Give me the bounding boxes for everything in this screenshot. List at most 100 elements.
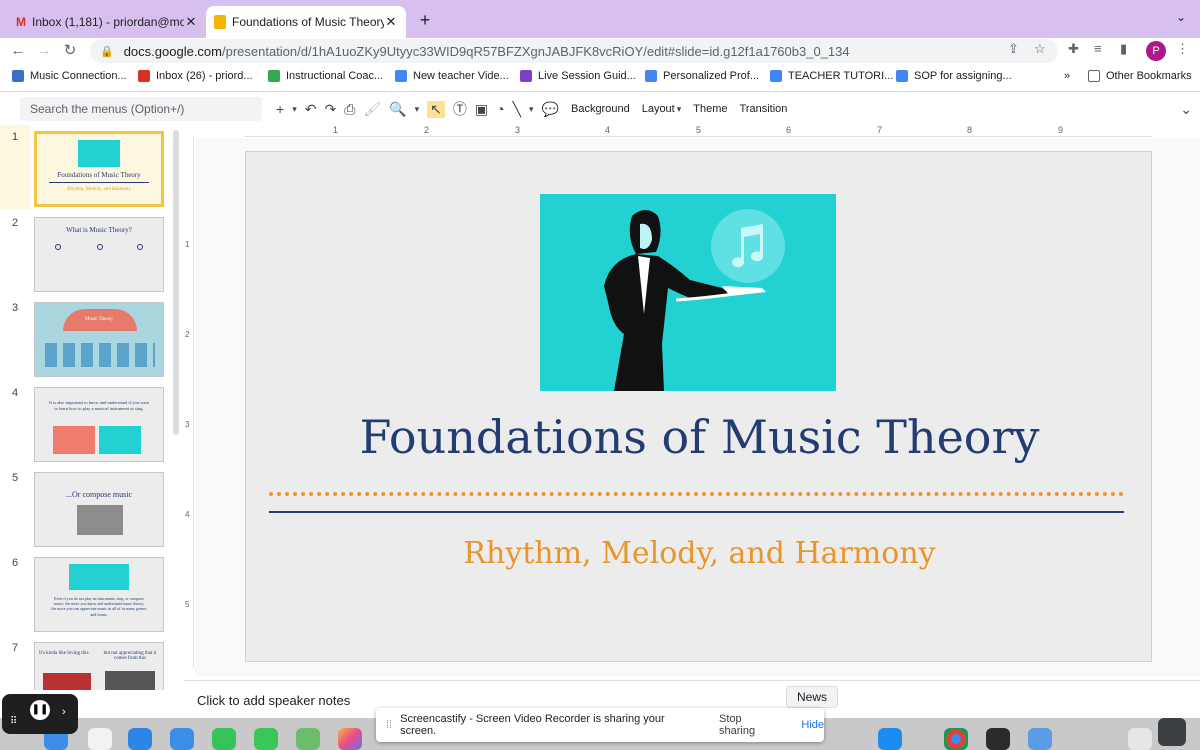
- messages-icon[interactable]: [254, 728, 278, 750]
- teacher-illustration-image[interactable]: [540, 194, 836, 391]
- address-bar[interactable]: 🔒 docs.google.com/presentation/d/1hA1uoZ…: [90, 39, 1058, 63]
- forward-arrow-icon[interactable]: →: [34, 41, 54, 61]
- screen-sharing-bar: ⁞⁞ Screencastify - Screen Video Recorder…: [376, 708, 824, 742]
- ruler-mark: 7: [877, 125, 883, 135]
- slide-thumbnail-3[interactable]: Music Theory: [34, 302, 164, 377]
- reload-icon[interactable]: ↻: [60, 41, 80, 61]
- bookmark-item[interactable]: Live Session Guid...: [520, 70, 636, 82]
- maps-icon[interactable]: [296, 728, 320, 750]
- extensions-puzzle-icon[interactable]: ✚: [1068, 41, 1079, 57]
- background-button[interactable]: Background: [571, 103, 630, 115]
- more-menu-icon[interactable]: ⋮: [1176, 41, 1189, 57]
- zoom-icon[interactable]: 🔍: [389, 101, 406, 118]
- ruler-mark: 5: [185, 600, 190, 609]
- chrome-icon[interactable]: [944, 728, 968, 750]
- bookmark-item[interactable]: TEACHER TUTORI...: [770, 70, 893, 82]
- theme-button[interactable]: Theme: [693, 103, 727, 115]
- slide-number: 7: [12, 642, 19, 654]
- collapse-toolbar-icon[interactable]: ⌄: [1180, 101, 1192, 118]
- bookmark-item[interactable]: Music Connection...: [12, 70, 127, 82]
- new-slide-icon[interactable]: +: [276, 101, 284, 117]
- tab-search-icon[interactable]: ⌄: [1172, 10, 1190, 28]
- bookmarks-overflow-button[interactable]: »: [1064, 70, 1070, 82]
- print-icon[interactable]: ⎙: [344, 101, 355, 118]
- close-tab-icon[interactable]: ✕: [384, 14, 398, 30]
- recording-controls: ❚❚ › ⠿: [2, 694, 78, 734]
- ruler-mark: 2: [185, 330, 190, 339]
- chevron-down-icon[interactable]: ▾: [415, 104, 420, 115]
- shape-icon[interactable]: ◔: [496, 101, 504, 117]
- slide-thumbnail-7[interactable]: It's kinda like loving this but not appr…: [34, 642, 164, 690]
- docs-icon: [896, 70, 908, 82]
- pause-recording-icon[interactable]: ❚❚: [30, 700, 50, 720]
- docs-icon: [770, 70, 782, 82]
- launchpad-icon[interactable]: [88, 728, 112, 750]
- comment-icon[interactable]: 💬: [542, 101, 559, 118]
- bookmark-item[interactable]: New teacher Vide...: [395, 70, 509, 82]
- new-tab-button[interactable]: +: [414, 9, 436, 31]
- photos-icon[interactable]: [338, 728, 362, 750]
- teacher-silhouette-icon: [604, 209, 785, 391]
- lock-icon: 🔒: [100, 45, 114, 58]
- expand-arrow-icon[interactable]: ›: [62, 706, 66, 718]
- thumbnail-title: Music Theory: [84, 317, 114, 322]
- redo-icon[interactable]: ↷: [324, 101, 336, 118]
- screencastify-icon[interactable]: [1028, 728, 1052, 750]
- transition-button[interactable]: Transition: [740, 103, 788, 115]
- side-panel-icon[interactable]: ▮: [1120, 41, 1127, 57]
- bookmark-star-icon[interactable]: ☆: [1034, 41, 1046, 57]
- menu-search-input[interactable]: Search the menus (Option+/): [20, 97, 262, 121]
- ruler-mark: 5: [696, 125, 702, 135]
- layout-button[interactable]: Layout: [642, 103, 675, 115]
- slide-thumbnail-2[interactable]: What is Music Theory?: [34, 217, 164, 292]
- slide-thumbnail-5[interactable]: ...Or compose music: [34, 472, 164, 547]
- trash-icon[interactable]: [1128, 728, 1152, 750]
- drag-handle-icon[interactable]: ⠿: [10, 716, 17, 727]
- bookmark-item[interactable]: Instructional Coac...: [268, 70, 383, 82]
- undo-icon[interactable]: ↶: [305, 101, 317, 118]
- safari-icon[interactable]: [128, 728, 152, 750]
- slide-thumbnail-1[interactable]: Foundations of Music Theory Rhythm, Melo…: [34, 131, 164, 207]
- tab-gmail-inbox[interactable]: M Inbox (1,181) - priordan@moun ✕: [8, 6, 206, 38]
- circle-shape: [97, 244, 103, 250]
- filmstrip-scrollbar[interactable]: [173, 130, 179, 435]
- thumbnail-rule: [49, 182, 149, 183]
- bookmarks-bar: Music Connection... Inbox (26) - priord.…: [0, 64, 1200, 92]
- select-cursor-icon[interactable]: ↖: [427, 100, 445, 118]
- image-icon[interactable]: ▣: [475, 101, 488, 118]
- drag-handle-icon[interactable]: ⁞⁞: [386, 719, 392, 731]
- docs-icon: [395, 70, 407, 82]
- slide-thumbnail-6[interactable]: Even if you do not play an instrument, s…: [34, 557, 164, 632]
- chevron-down-icon[interactable]: ▾: [529, 104, 534, 115]
- share-icon[interactable]: ⇪: [1008, 41, 1019, 57]
- mail-icon[interactable]: [170, 728, 194, 750]
- text-box-icon[interactable]: Ⓣ: [453, 99, 467, 119]
- ruler-mark: 1: [185, 240, 190, 249]
- notification-icon[interactable]: [1158, 718, 1186, 746]
- back-arrow-icon[interactable]: ←: [8, 41, 28, 61]
- bookmark-item[interactable]: SOP for assigning...: [896, 70, 1012, 82]
- app-icon[interactable]: [986, 728, 1010, 750]
- horizontal-ruler: 1 2 3 4 5 6 7 8 9: [245, 125, 1152, 137]
- close-tab-icon[interactable]: ✕: [184, 14, 198, 30]
- slide-title[interactable]: Foundations of Music Theory: [246, 410, 1153, 464]
- stop-sharing-button[interactable]: Stop sharing: [719, 713, 779, 737]
- hide-sharing-button[interactable]: Hide: [801, 719, 824, 731]
- profile-avatar[interactable]: P: [1146, 41, 1166, 61]
- other-bookmarks-folder[interactable]: Other Bookmarks: [1088, 70, 1192, 82]
- line-icon[interactable]: ╲: [513, 101, 521, 118]
- chevron-down-icon[interactable]: ▾: [292, 104, 297, 115]
- tab-foundations-of-music-theory[interactable]: Foundations of Music Theory - ✕: [206, 6, 406, 38]
- ruler-mark: 8: [967, 125, 973, 135]
- app-store-icon[interactable]: [878, 728, 902, 750]
- slide-thumbnail-4[interactable]: It is also important to know and underst…: [34, 387, 164, 462]
- slide-subtitle[interactable]: Rhythm, Melody, and Harmony: [246, 536, 1153, 571]
- facetime-icon[interactable]: [212, 728, 236, 750]
- circle-shape: [55, 244, 61, 250]
- reading-list-icon[interactable]: ≡: [1094, 41, 1102, 56]
- current-slide[interactable]: Foundations of Music Theory Rhythm, Melo…: [245, 151, 1152, 662]
- bookmark-item[interactable]: Inbox (26) - priord...: [138, 70, 253, 82]
- paint-format-icon[interactable]: 🖌: [363, 101, 381, 118]
- bookmark-item[interactable]: Personalized Prof...: [645, 70, 759, 82]
- news-button[interactable]: News: [786, 686, 838, 708]
